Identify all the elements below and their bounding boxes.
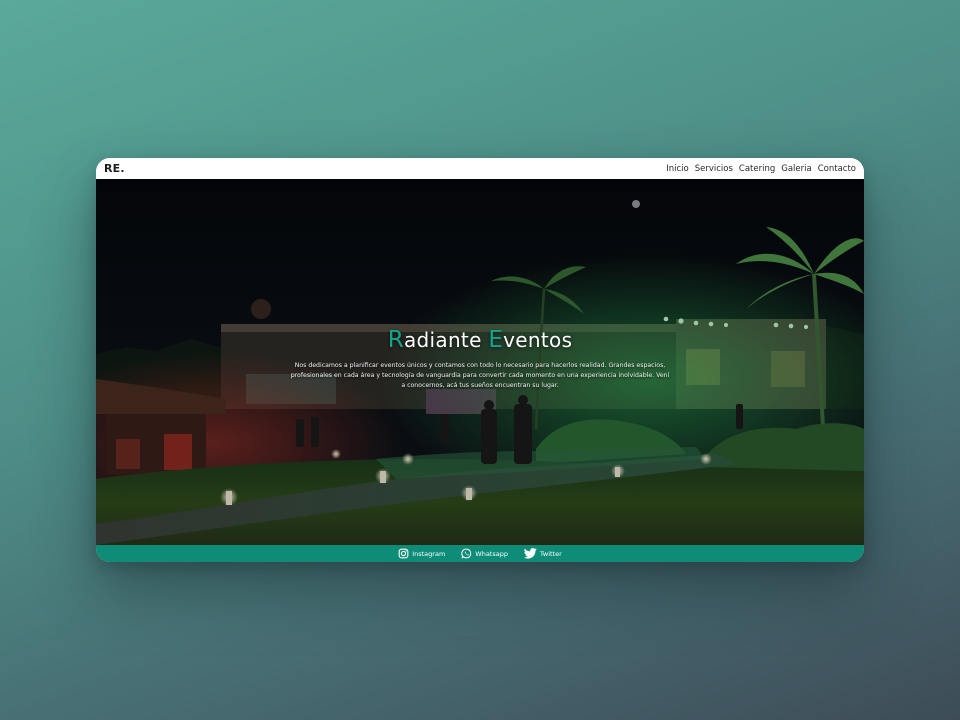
twitter-icon (523, 548, 537, 559)
social-link-instagram[interactable]: Instagram (398, 548, 445, 559)
instagram-icon (398, 548, 409, 559)
site-logo[interactable]: RE. (104, 162, 125, 175)
whatsapp-icon (461, 548, 472, 559)
nav-link-galeria[interactable]: Galeria (781, 164, 811, 174)
hero-title: Radiante Eventos (96, 327, 864, 353)
title-initial-e: E (488, 327, 504, 353)
whatsapp-label: Whatsapp (475, 549, 508, 558)
hero-section: Radiante Eventos Nos dedicamos a planifi… (96, 179, 864, 545)
top-navbar: RE. Inicio Servicios Catering Galeria Co… (96, 158, 864, 179)
nav-link-inicio[interactable]: Inicio (666, 164, 689, 174)
main-nav: Inicio Servicios Catering Galeria Contac… (666, 164, 856, 174)
hero-description: Nos dedicamos a planificar eventos único… (290, 362, 670, 389)
title-initial-r: R (387, 327, 404, 353)
title-word-two-rest: ventos (503, 328, 573, 352)
nav-link-servicios[interactable]: Servicios (695, 164, 733, 174)
instagram-label: Instagram (412, 549, 446, 558)
hero-content: Radiante Eventos Nos dedicamos a planifi… (96, 327, 864, 390)
title-word-one-rest: adiante (403, 328, 489, 352)
social-link-whatsapp[interactable]: Whatsapp (461, 548, 508, 559)
footer-bar: Instagram Whatsapp Twitter (96, 545, 864, 562)
social-link-twitter[interactable]: Twitter (523, 548, 562, 559)
twitter-label: Twitter (539, 549, 562, 558)
browser-window: RE. Inicio Servicios Catering Galeria Co… (96, 158, 864, 562)
nav-link-contacto[interactable]: Contacto (818, 164, 856, 174)
nav-link-catering[interactable]: Catering (739, 164, 775, 174)
